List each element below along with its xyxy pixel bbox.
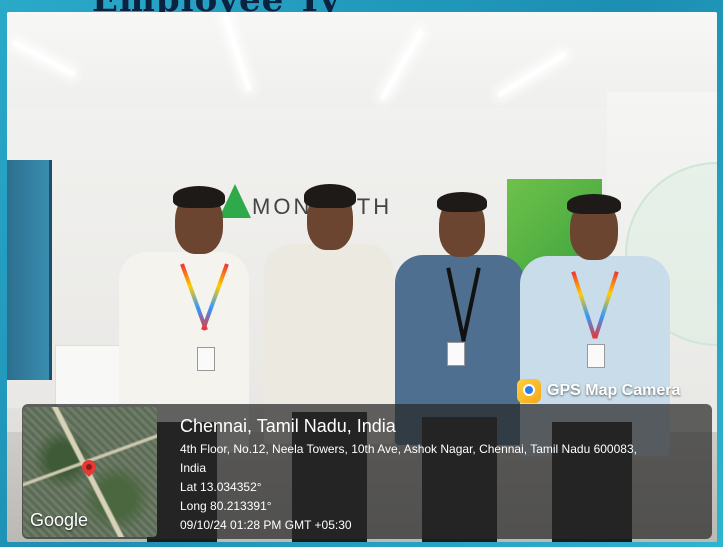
id-badge	[587, 344, 605, 368]
location-details: Chennai, Tamil Nadu, India 4th Floor, No…	[180, 414, 700, 535]
id-badge	[447, 342, 465, 366]
hair	[304, 184, 356, 208]
location-title: Chennai, Tamil Nadu, India	[180, 416, 396, 436]
latitude: Lat 13.034352°	[180, 480, 262, 494]
glass-door	[7, 160, 52, 380]
timestamp: 09/10/24 01:28 PM GMT +05:30	[180, 518, 352, 532]
gps-app-name: GPS Map Camera	[547, 382, 681, 399]
longitude: Long 80.213391°	[180, 499, 272, 513]
address-country: India	[180, 461, 207, 475]
address-line: 4th Floor, No.12, Neela Towers, 10th Ave…	[180, 442, 637, 456]
hair	[437, 192, 487, 212]
gps-map-camera-icon	[517, 379, 541, 403]
hair	[567, 194, 621, 214]
gps-app-label: GPS Map Camera	[517, 377, 680, 405]
map-brand-label: Google	[30, 510, 89, 530]
id-badge	[197, 347, 215, 371]
hair	[173, 186, 225, 208]
